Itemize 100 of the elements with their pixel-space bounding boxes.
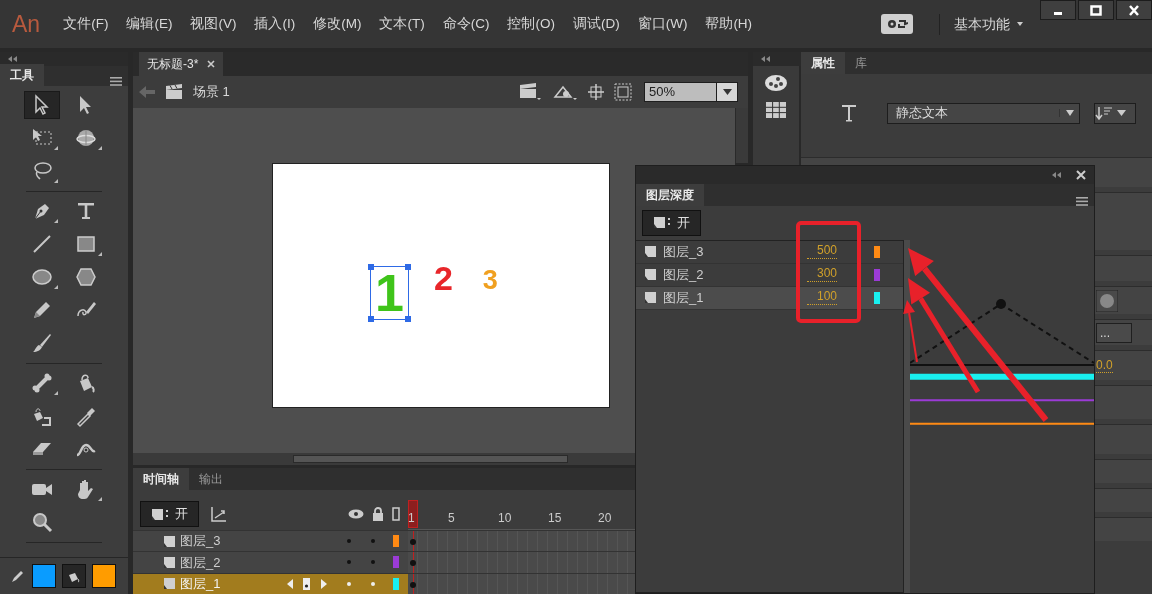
close-icon[interactable]	[207, 60, 216, 68]
layer-name: 图层_1	[663, 288, 704, 307]
layer-name: 图层_3	[663, 242, 704, 261]
layer-icon	[163, 556, 176, 569]
panel-tab[interactable]: 时间轴	[133, 468, 189, 490]
lock-dot[interactable]	[371, 560, 375, 565]
globe-icon[interactable]	[1096, 289, 1118, 312]
document-tab[interactable]: 无标题-3*	[139, 52, 224, 76]
selection-tool[interactable]	[24, 91, 60, 119]
depth-value[interactable]: 500	[807, 244, 837, 259]
layer-name: 图层_1	[180, 575, 221, 594]
clip-stage-icon[interactable]	[614, 83, 632, 101]
caret-icon	[1016, 21, 1024, 27]
panel-tab[interactable]: 属性	[801, 52, 845, 74]
workspace-switch-icon[interactable]	[881, 14, 913, 34]
panel-tab[interactable]: 图层深度	[636, 184, 704, 206]
outline-icon[interactable]	[392, 507, 400, 521]
layer-depth-toggle[interactable]: 开	[140, 501, 199, 527]
collapse-icon[interactable]	[1052, 172, 1062, 178]
maximize-button[interactable]	[1078, 0, 1114, 20]
layer-depth-icon	[653, 216, 671, 230]
vertical-scrollbar[interactable]	[735, 108, 748, 163]
workspace-dropdown[interactable]: 基本功能	[939, 13, 1010, 35]
frame-cells[interactable]	[408, 552, 635, 573]
lock-icon[interactable]	[372, 507, 384, 521]
menu-item[interactable]: 文本(T)	[370, 13, 434, 35]
text-type-dropdown[interactable]: 静态文本	[887, 102, 1080, 124]
layer-row[interactable]: 图层_3 500	[636, 240, 903, 264]
visibility-dot[interactable]	[347, 581, 351, 586]
depth-value[interactable]: 300	[807, 267, 837, 282]
panel-tab[interactable]: 工具	[0, 64, 44, 86]
keyframe-navigation-icon[interactable]	[287, 577, 327, 590]
menu-item[interactable]: 视图(V)	[181, 13, 246, 35]
menu-item[interactable]: 帮助(H)	[696, 13, 762, 35]
edit-symbol-icon[interactable]	[552, 83, 578, 101]
layer-color-chip[interactable]	[393, 577, 399, 590]
swatches-grid-icon[interactable]	[766, 102, 786, 118]
horizontal-scrollbar[interactable]	[133, 453, 635, 465]
maximize-icon	[1089, 3, 1103, 17]
text-direction-icon	[1095, 106, 1129, 120]
menu-item[interactable]: 窗口(W)	[628, 13, 697, 35]
menu-item[interactable]: 修改(M)	[304, 13, 371, 35]
search-icon	[30, 510, 54, 534]
menu-item[interactable]: 编辑(E)	[117, 13, 182, 35]
collapse-icon[interactable]	[8, 56, 18, 62]
depth-value[interactable]: 100	[807, 290, 837, 305]
menu-icon[interactable]	[1076, 197, 1088, 206]
zoom-field[interactable]: 50%	[644, 82, 716, 102]
frame-number: 5	[448, 510, 455, 527]
edit-scene-icon[interactable]	[518, 83, 542, 101]
brush-icon	[30, 331, 54, 355]
layer-row[interactable]: 图层_2	[133, 552, 408, 573]
layer-icon	[644, 245, 657, 258]
eye-icon[interactable]	[348, 509, 364, 519]
caret-icon	[722, 89, 732, 95]
minimize-button[interactable]	[1040, 0, 1076, 20]
menu-item[interactable]: 控制(O)	[498, 13, 564, 35]
lock-dot[interactable]	[371, 539, 375, 544]
frame-cells[interactable]	[408, 573, 635, 594]
app-logo: An	[11, 9, 42, 39]
menu-item[interactable]: 插入(I)	[245, 13, 305, 35]
lock-dot[interactable]	[371, 581, 375, 586]
ellipsis-button[interactable]: ...	[1096, 322, 1132, 343]
pencil-icon	[10, 568, 26, 584]
layer-color-chip[interactable]	[393, 535, 399, 548]
menu-item[interactable]: 文件(F)	[54, 13, 118, 35]
menu-item[interactable]: 命令(C)	[433, 13, 499, 35]
layer-row[interactable]: 图层_3	[133, 531, 408, 552]
frame-number: 10	[498, 510, 512, 527]
visibility-dot[interactable]	[347, 560, 351, 565]
frame-number: 1	[408, 510, 415, 527]
layer-name: 图层_3	[180, 532, 221, 551]
layer-row[interactable]: 图层_1	[133, 573, 408, 594]
visibility-dot[interactable]	[347, 539, 351, 544]
frame-number: 20	[598, 510, 612, 527]
text-direction-dropdown[interactable]	[1094, 102, 1136, 124]
menu-icon[interactable]	[110, 77, 122, 86]
stroke-color-swatch[interactable]	[32, 564, 56, 588]
color-palette-icon[interactable]	[764, 72, 788, 92]
center-stage-icon[interactable]	[588, 84, 604, 100]
dropdown-button[interactable]	[716, 82, 738, 102]
layer-color-chip[interactable]	[393, 556, 399, 569]
close-button[interactable]	[1116, 0, 1152, 20]
layer-depth-toggle[interactable]: 开	[642, 210, 701, 236]
layer-icon	[163, 534, 176, 548]
graph-icon[interactable]	[211, 506, 227, 522]
collapse-icon[interactable]	[761, 56, 771, 62]
close-icon[interactable]	[1076, 170, 1086, 180]
scene-name: 场景 1	[193, 83, 230, 102]
frame-cells[interactable]	[408, 531, 635, 552]
stage-number[interactable]: 2	[429, 261, 457, 295]
layer-row[interactable]: 图层_2 300	[636, 263, 903, 287]
menu-item[interactable]: 调试(D)	[563, 13, 629, 35]
frame-number: 15	[548, 510, 562, 527]
layer-icon	[644, 268, 657, 281]
property-value[interactable]: 0.0	[1096, 357, 1113, 374]
playhead[interactable]	[408, 500, 418, 528]
fill-color-swatch[interactable]	[92, 564, 116, 588]
letter-t-icon	[841, 104, 857, 122]
layer-name: 图层_2	[180, 553, 221, 572]
